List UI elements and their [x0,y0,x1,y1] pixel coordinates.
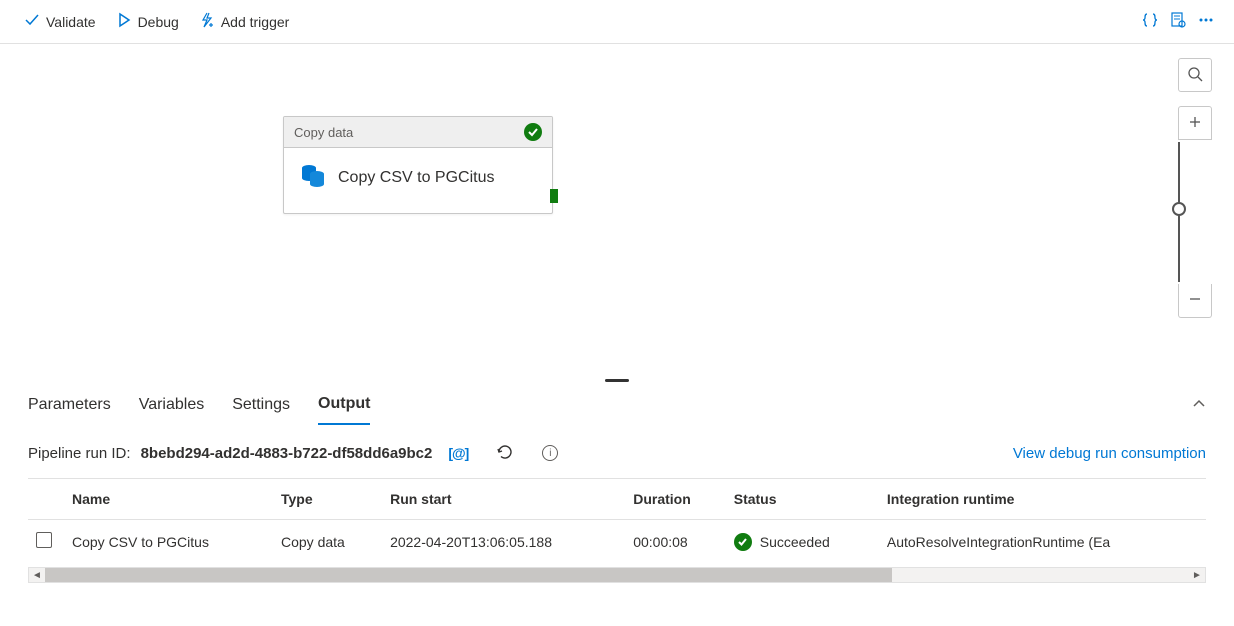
run-id-label: Pipeline run ID: [28,445,131,462]
pipeline-toolbar: Validate Debug Add trigger [0,0,1234,44]
zoom-controls [1178,58,1212,318]
scroll-right-icon[interactable]: ► [1189,570,1205,581]
plus-icon [1188,115,1202,132]
cell-type: Copy data [273,520,382,564]
cell-runstart: 2022-04-20T13:06:05.188 [382,520,625,564]
tab-output[interactable]: Output [318,385,370,425]
info-icon: i [549,448,551,459]
tab-settings[interactable]: Settings [232,386,290,424]
zoom-thumb[interactable] [1172,202,1186,216]
zoom-out-button[interactable] [1178,284,1212,318]
collapse-panel-button[interactable] [1192,397,1206,414]
run-info-row: Pipeline run ID: 8bebd294-ad2d-4883-b722… [0,428,1234,478]
table-row[interactable]: Copy CSV to PGCitus Copy data 2022-04-20… [28,520,1206,564]
output-table: Name Type Run start Duration Status Inte… [28,478,1206,563]
row-checkbox[interactable] [36,532,52,548]
debug-consumption-link[interactable]: View debug run consumption [1013,445,1206,462]
col-select [28,479,64,520]
debug-button[interactable]: Debug [106,8,189,35]
tab-parameters[interactable]: Parameters [28,386,111,424]
copy-data-node[interactable]: Copy data Copy CSV to PGCitus [283,116,553,214]
success-icon [524,123,542,141]
document-gear-icon [1170,12,1186,31]
refresh-button[interactable] [496,444,514,462]
node-type-label: Copy data [294,125,353,140]
zoom-slider[interactable] [1178,142,1180,282]
cell-status: Succeeded [734,533,871,551]
pipeline-canvas[interactable]: Copy data Copy CSV to PGCitus [0,44,1234,382]
code-braces-button[interactable] [1136,8,1164,35]
validate-button[interactable]: Validate [14,8,106,35]
col-duration[interactable]: Duration [625,479,726,520]
run-parameters-button[interactable]: [@] [448,445,468,461]
zoom-fit-button[interactable] [1178,58,1212,92]
add-trigger-button[interactable]: Add trigger [189,8,299,35]
node-body: Copy CSV to PGCitus [284,148,552,213]
ellipsis-icon [1198,12,1214,31]
cell-duration: 00:00:08 [625,520,726,564]
scroll-left-icon[interactable]: ◄ [29,570,45,581]
lightning-plus-icon [199,12,215,31]
braces-icon [1142,12,1158,31]
node-header: Copy data [284,117,552,148]
bottom-tabs: Parameters Variables Settings Output [0,382,1234,428]
debug-label: Debug [138,14,179,30]
properties-button[interactable] [1164,8,1192,35]
cell-runtime: AutoResolveIntegrationRuntime (Ea [879,520,1206,564]
minus-icon [1188,292,1202,309]
tab-variables[interactable]: Variables [139,386,205,424]
col-type[interactable]: Type [273,479,382,520]
node-title: Copy CSV to PGCitus [338,169,495,187]
cell-name: Copy CSV to PGCitus [64,520,273,564]
validate-label: Validate [46,14,96,30]
play-outline-icon [116,12,132,31]
col-runtime[interactable]: Integration runtime [879,479,1206,520]
chevron-up-icon [1192,398,1206,414]
table-header-row: Name Type Run start Duration Status Inte… [28,479,1206,520]
refresh-icon [496,443,514,464]
scroll-thumb[interactable] [45,568,892,582]
col-status[interactable]: Status [726,479,879,520]
success-icon [734,533,752,551]
add-trigger-label: Add trigger [221,14,289,30]
check-icon [24,12,40,31]
database-icon [300,162,326,193]
more-button[interactable] [1192,8,1220,35]
resize-grip[interactable] [605,379,629,382]
col-name[interactable]: Name [64,479,273,520]
table-hscrollbar[interactable]: ◄ ► [28,567,1206,583]
run-id-value: 8bebd294-ad2d-4883-b722-df58dd6a9bc2 [141,445,433,462]
search-icon [1187,66,1203,85]
info-button[interactable]: i [542,445,558,461]
node-output-port[interactable] [550,189,558,203]
zoom-stack [1178,106,1212,318]
status-text: Succeeded [760,534,830,550]
col-runstart[interactable]: Run start [382,479,625,520]
zoom-in-button[interactable] [1178,106,1212,140]
